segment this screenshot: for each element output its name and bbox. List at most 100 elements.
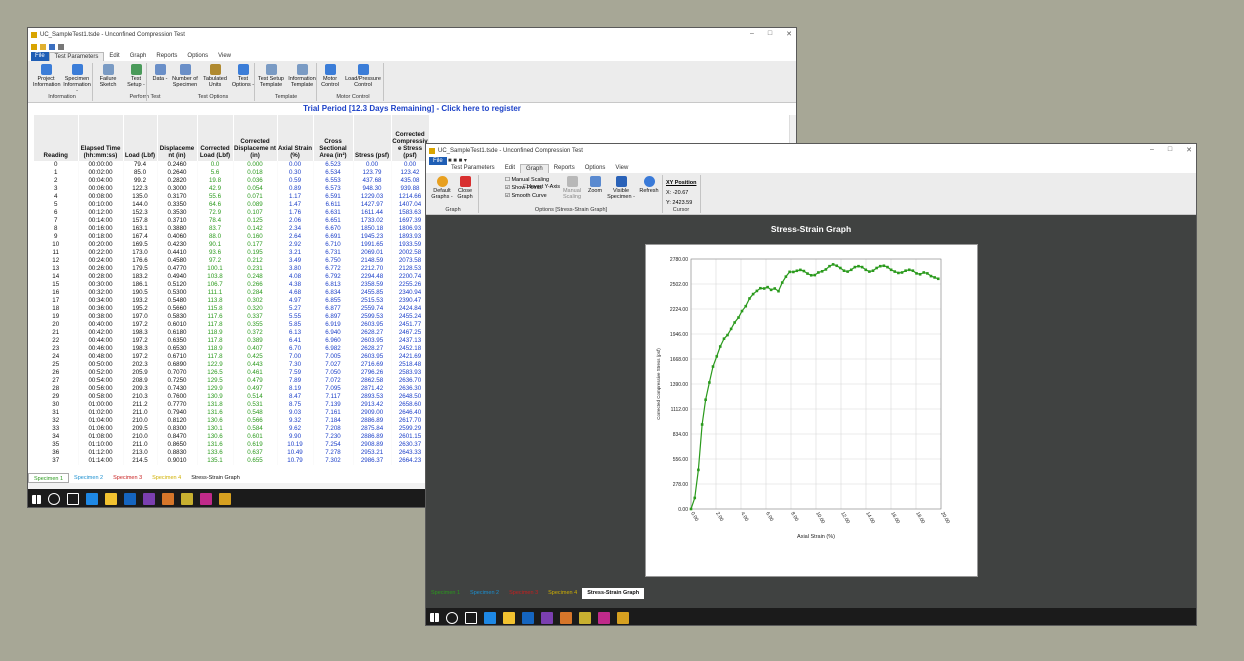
data-point[interactable] bbox=[900, 271, 904, 274]
search-icon[interactable] bbox=[48, 493, 60, 505]
data-point[interactable] bbox=[726, 333, 729, 337]
data-point[interactable] bbox=[853, 265, 857, 269]
default-graphs-button[interactable]: Default Graphs - bbox=[430, 176, 454, 200]
data-point[interactable] bbox=[715, 355, 719, 358]
table-row[interactable]: 2 00:04:00 99.2 0.2820 19.8 0.036 0.59 6.553 437… bbox=[34, 177, 430, 185]
data-point[interactable] bbox=[809, 273, 813, 277]
data-point[interactable] bbox=[904, 269, 907, 272]
stress-strain-chart[interactable]: 0.00 2.00 4.00 6.00 8.00 10.00 12.00 14.00 16.00… bbox=[646, 245, 979, 578]
column-header[interactable]: Corrected Load (Lbf) bbox=[197, 115, 234, 161]
failure-sketch-button[interactable]: Failure Sketch bbox=[94, 64, 122, 88]
app-icon-3[interactable] bbox=[598, 611, 610, 624]
menu-view[interactable]: View bbox=[213, 52, 236, 61]
data-point[interactable] bbox=[693, 496, 697, 500]
data-point[interactable] bbox=[839, 266, 842, 270]
table-row[interactable]: 33 01:06:00 209.5 0.8300 130.1 0.584 9.62 7.208… bbox=[34, 425, 430, 433]
column-header[interactable]: Displaceme nt (in) bbox=[157, 115, 198, 161]
data-point[interactable] bbox=[744, 304, 748, 308]
table-row[interactable]: 3 00:06:00 122.3 0.3000 42.9 0.054 0.89 6.573 94… bbox=[34, 185, 430, 193]
table-row[interactable]: 28 00:56:00 209.3 0.7430 129.9 0.497 8.19 7.095… bbox=[34, 385, 430, 393]
data-point[interactable] bbox=[711, 365, 715, 368]
app-icon-1[interactable] bbox=[162, 493, 174, 505]
table-row[interactable]: 12 00:24:00 176.6 0.4580 97.2 0.212 3.49 6.750 2… bbox=[34, 257, 430, 265]
tab-specimen-4[interactable]: Specimen 4 bbox=[147, 473, 186, 483]
data-point[interactable] bbox=[777, 289, 780, 293]
smooth-curve-checkbox[interactable]: ☑ Smooth Curve bbox=[505, 192, 549, 200]
table-row[interactable]: 16 00:32:00 190.5 0.5300 111.1 0.284 4.68 6.834… bbox=[34, 289, 430, 297]
information-template-button[interactable]: Information Template bbox=[287, 64, 317, 88]
checkbox-box[interactable]: ☐ bbox=[505, 177, 510, 183]
tab-stress-strain-graph[interactable]: Stress-Strain Graph bbox=[186, 473, 245, 483]
data-point[interactable] bbox=[882, 264, 886, 268]
data-point[interactable] bbox=[907, 268, 911, 272]
app-icon-1[interactable] bbox=[560, 611, 572, 624]
menu-edit[interactable]: Edit bbox=[104, 52, 124, 61]
data-point[interactable] bbox=[755, 289, 759, 293]
table-row[interactable]: 5 00:10:00 144.0 0.3350 64.6 0.089 1.47 6.611 14… bbox=[34, 201, 430, 209]
data-point[interactable] bbox=[759, 286, 762, 290]
menu-reports[interactable]: Reports bbox=[549, 164, 580, 173]
tab-specimen-2[interactable]: Specimen 2 bbox=[69, 473, 108, 483]
data-point[interactable] bbox=[780, 281, 784, 284]
data-point[interactable] bbox=[893, 270, 897, 273]
specimen-information-button[interactable]: Specimen Information - bbox=[62, 64, 92, 94]
task-view-icon[interactable] bbox=[67, 493, 79, 505]
data-point[interactable] bbox=[802, 269, 806, 273]
table-row[interactable]: 1 00:02:00 85.0 0.2640 5.6 0.018 0.30 6.534 123.… bbox=[34, 169, 430, 177]
open-file-icon[interactable] bbox=[40, 43, 46, 50]
refresh-button[interactable]: Refresh bbox=[638, 176, 660, 194]
zoom-button[interactable]: Zoom bbox=[586, 176, 604, 194]
table-row[interactable]: 17 00:34:00 193.2 0.5480 113.8 0.302 4.97 6.855… bbox=[34, 297, 430, 305]
table-row[interactable]: 29 00:58:00 210.3 0.7600 130.9 0.514 8.47 7.117… bbox=[34, 393, 430, 401]
table-row[interactable]: 25 00:50:00 202.3 0.6890 122.9 0.443 7.30 7.027… bbox=[34, 361, 430, 369]
column-header[interactable]: Cross Sectional Area (in²) bbox=[313, 115, 354, 161]
maximize-icon[interactable]: □ bbox=[768, 30, 772, 38]
manual-scaling-checkbox[interactable]: ☐ Manual Scaling bbox=[505, 176, 549, 184]
table-row[interactable]: 9 00:18:00 167.4 0.4060 88.0 0.160 2.64 6.691 19… bbox=[34, 233, 430, 241]
tab-specimen-3[interactable]: Specimen 3 bbox=[504, 588, 543, 599]
data-point[interactable] bbox=[878, 264, 882, 268]
data-point[interactable] bbox=[926, 272, 929, 275]
data-point[interactable] bbox=[718, 345, 722, 348]
app-icon-2[interactable] bbox=[579, 611, 591, 624]
table-row[interactable]: 31 01:02:00 211.0 0.7940 131.6 0.548 9.03 7.161… bbox=[34, 409, 430, 417]
data-point[interactable] bbox=[871, 269, 875, 272]
table-row[interactable]: 23 00:46:00 198.3 0.6530 118.9 0.407 6.70 6.982… bbox=[34, 345, 430, 353]
table-row[interactable]: 19 00:38:00 197.0 0.5830 117.6 0.337 5.55 6.897… bbox=[34, 313, 430, 321]
menu-graph[interactable]: Graph bbox=[125, 52, 152, 61]
outlook-icon[interactable] bbox=[522, 611, 534, 624]
app-icon-4[interactable] bbox=[617, 611, 629, 624]
column-header[interactable]: Load (Lbf) bbox=[123, 115, 158, 161]
table-row[interactable]: 32 01:04:00 210.0 0.8120 130.6 0.566 9.32 7.184… bbox=[34, 417, 430, 425]
maximize-icon[interactable]: □ bbox=[1168, 146, 1172, 154]
windows-start-icon[interactable] bbox=[430, 613, 439, 622]
test-options-button[interactable]: Test Options - bbox=[231, 64, 255, 88]
data-point[interactable] bbox=[933, 276, 936, 279]
data-point[interactable] bbox=[799, 268, 802, 272]
data-point[interactable] bbox=[842, 269, 846, 272]
data-point[interactable] bbox=[773, 287, 777, 290]
tab-specimen-3[interactable]: Specimen 3 bbox=[108, 473, 147, 483]
search-icon[interactable] bbox=[446, 611, 458, 624]
table-row[interactable]: 37 01:14:00 214.5 0.9010 135.1 0.655 10.79 7.30… bbox=[34, 457, 430, 465]
menu-edit[interactable]: Edit bbox=[500, 164, 520, 173]
data-point[interactable] bbox=[792, 270, 795, 274]
table-row[interactable]: 8 00:16:00 163.1 0.3880 83.7 0.142 2.34 6.670 18… bbox=[34, 225, 430, 233]
table-row[interactable]: 14 00:28:00 183.2 0.4940 103.8 0.248 4.08 6.792… bbox=[34, 273, 430, 281]
data-point[interactable] bbox=[766, 285, 769, 289]
motor-control-button[interactable]: Motor Control bbox=[320, 64, 340, 88]
edge-icon[interactable] bbox=[484, 611, 496, 624]
table-row[interactable]: 20 00:40:00 197.2 0.6010 117.8 0.355 5.85 6.919… bbox=[34, 321, 430, 329]
test-setup-button[interactable]: Test Setup - bbox=[125, 64, 147, 88]
tabulated-units-button[interactable]: Tabulated Units bbox=[201, 64, 229, 88]
data-point[interactable] bbox=[817, 271, 820, 274]
checkbox-box[interactable]: ☑ bbox=[505, 185, 510, 191]
data-point[interactable] bbox=[828, 264, 831, 268]
column-header[interactable]: Corrected Displaceme nt (in) bbox=[233, 115, 278, 161]
data-point[interactable] bbox=[918, 272, 922, 276]
minimize-icon[interactable]: – bbox=[750, 30, 754, 38]
data-point[interactable] bbox=[733, 321, 736, 324]
data-point[interactable] bbox=[864, 268, 868, 272]
data-point[interactable] bbox=[806, 272, 809, 275]
table-row[interactable]: 30 01:00:00 211.2 0.7770 131.8 0.531 8.75 7.139… bbox=[34, 401, 430, 409]
